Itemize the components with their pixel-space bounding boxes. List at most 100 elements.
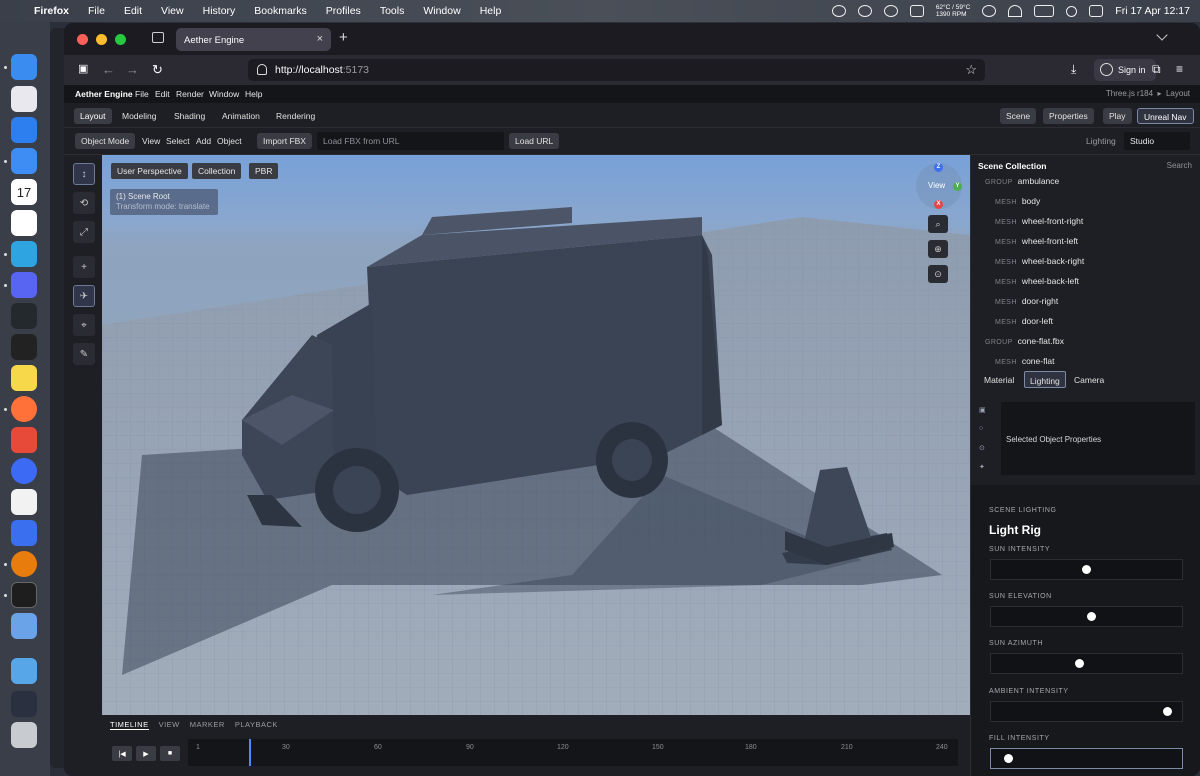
properties-button[interactable]: Properties — [1043, 108, 1094, 124]
status-icon-2[interactable] — [857, 5, 872, 17]
git-client-icon[interactable] — [11, 427, 37, 453]
view-gizmo[interactable]: View Z Y X — [916, 163, 962, 209]
tab-material[interactable]: Material — [979, 371, 1019, 388]
tab-modeling[interactable]: Modeling — [116, 108, 163, 124]
menu-tools[interactable]: Tools — [380, 5, 405, 17]
sign-in-button[interactable]: Sign in — [1094, 59, 1156, 81]
pbr-button[interactable]: PBR — [249, 163, 279, 179]
fly-tool-icon[interactable]: ✈ — [73, 285, 95, 307]
extensions-icon[interactable]: ⧉ — [1152, 62, 1161, 77]
outliner-search[interactable]: Search — [1167, 161, 1192, 170]
play-icon[interactable]: ▶ — [136, 746, 156, 761]
menu-edit[interactable]: Edit — [124, 5, 142, 17]
axis-x-icon[interactable]: X — [934, 200, 943, 209]
tab-rendering[interactable]: Rendering — [270, 108, 321, 124]
safari-icon[interactable] — [11, 117, 37, 143]
app-menu-firefox[interactable]: Firefox — [34, 5, 69, 17]
blender-icon[interactable] — [11, 551, 37, 577]
mail-icon[interactable] — [11, 148, 37, 174]
outliner-item-wheel-front-left[interactable]: MESH wheel-front-left — [995, 236, 1078, 250]
close-window-button[interactable] — [77, 34, 88, 45]
menu-history[interactable]: History — [203, 5, 236, 17]
app-menu-render[interactable]: Render — [176, 89, 204, 99]
messenger-icon[interactable] — [11, 458, 37, 484]
control-center-icon[interactable] — [1089, 5, 1104, 17]
slider-knob[interactable] — [1004, 754, 1014, 763]
menu-profiles[interactable]: Profiles — [326, 5, 361, 17]
screenshot-thumbnail-icon[interactable] — [11, 691, 37, 717]
status-icon-4[interactable] — [909, 5, 924, 17]
discord-icon[interactable] — [11, 272, 37, 298]
annotate-tool-icon[interactable]: ✎ — [73, 343, 95, 365]
menu-view[interactable]: View — [161, 5, 184, 17]
spotlight-search-icon[interactable] — [1066, 5, 1078, 17]
viewport-3d[interactable]: User Perspective Collection PBR (1) Scen… — [102, 155, 970, 715]
slider-knob[interactable] — [1081, 565, 1091, 574]
add-tool-icon[interactable]: + — [73, 256, 95, 278]
github-icon[interactable] — [11, 303, 37, 329]
collection-button[interactable]: Collection — [192, 163, 242, 179]
terminal-icon[interactable] — [11, 582, 37, 608]
app-menu-help[interactable]: Help — [245, 89, 262, 99]
epic-games-icon[interactable] — [11, 334, 37, 360]
notes-icon[interactable] — [11, 365, 37, 391]
url-text[interactable]: http://localhost:5173 — [275, 64, 369, 76]
folder-icon[interactable] — [11, 658, 37, 684]
firefox-icon[interactable] — [11, 396, 37, 422]
constraint-props-icon[interactable]: ✦ — [979, 463, 985, 471]
menu-file[interactable]: File — [88, 5, 105, 17]
clock[interactable]: Fri 17 Apr 12:17 — [1115, 5, 1190, 17]
slider-knob[interactable] — [1087, 612, 1097, 621]
record-icon[interactable] — [982, 5, 997, 17]
menu-icon[interactable]: ≡ — [1176, 62, 1183, 76]
unreal-nav-button[interactable]: Unreal Nav — [1137, 108, 1194, 124]
back-icon[interactable]: ← — [102, 62, 115, 77]
battery-icon[interactable] — [1034, 5, 1055, 17]
outliner-item-door-right[interactable]: MESH door-right — [995, 296, 1058, 310]
menu-help[interactable]: Help — [480, 5, 502, 17]
cursor-tool-icon[interactable]: ⌖ — [73, 314, 95, 336]
disk-utility-icon[interactable] — [11, 613, 37, 639]
close-tab-icon[interactable]: × — [317, 33, 323, 45]
orbit-icon[interactable]: ⊕ — [928, 240, 948, 258]
reload-icon[interactable]: ↻ — [152, 62, 163, 78]
browser-tab-active[interactable]: Aether Engine × — [176, 28, 331, 51]
reminders-icon[interactable] — [11, 210, 37, 236]
menu-bookmarks[interactable]: Bookmarks — [254, 5, 307, 17]
new-tab-icon[interactable]: + — [339, 29, 348, 46]
arc-icon[interactable] — [11, 520, 37, 546]
tab-camera[interactable]: Camera — [1069, 371, 1109, 388]
fbx-url-input[interactable]: Load FBX from URL — [317, 132, 504, 150]
zoom-window-button[interactable] — [115, 34, 126, 45]
bookmark-star-icon[interactable]: ☆ — [965, 62, 977, 78]
object-props-icon[interactable]: ▣ — [979, 406, 986, 414]
outliner-item-door-left[interactable]: MESH door-left — [995, 316, 1053, 330]
tab-overview-icon[interactable] — [152, 32, 164, 43]
outliner-item-cone-flat[interactable]: MESH cone-flat — [995, 356, 1054, 365]
outliner-item-wheel-front-right[interactable]: MESH wheel-front-right — [995, 216, 1083, 230]
slider-knob[interactable] — [1163, 707, 1173, 716]
marker-tab[interactable]: MARKER — [190, 720, 225, 730]
finder-icon[interactable] — [11, 54, 37, 80]
tab-animation[interactable]: Animation — [216, 108, 266, 124]
menu-window[interactable]: Window — [423, 5, 460, 17]
object-mode-select[interactable]: Object Mode — [75, 133, 136, 149]
zoom-icon[interactable]: ⌕ — [928, 215, 948, 233]
timeline-track[interactable]: 1 30 60 90 120 150 180 210 240 — [188, 739, 958, 766]
perspective-button[interactable]: User Perspective — [111, 163, 188, 179]
camera-icon[interactable]: ⊙ — [928, 265, 948, 283]
url-bar[interactable]: http://localhost:5173 ☆ — [248, 59, 985, 81]
forward-icon[interactable]: → — [126, 62, 139, 77]
scene-button[interactable]: Scene — [1000, 108, 1037, 124]
launchpad-icon[interactable] — [11, 86, 37, 112]
view-tab[interactable]: VIEW — [159, 720, 180, 730]
calendar-icon[interactable]: 17 — [11, 179, 37, 205]
ambient-intensity-slider[interactable] — [990, 701, 1183, 722]
app-menu-window[interactable]: Window — [209, 89, 239, 99]
outliner-item-body[interactable]: MESH body — [995, 196, 1040, 210]
telegram-icon[interactable] — [11, 241, 37, 267]
sun-intensity-slider[interactable] — [990, 559, 1183, 580]
sidebar-icon[interactable]: ▣ — [78, 62, 88, 75]
sun-azimuth-slider[interactable] — [990, 653, 1183, 674]
stop-icon[interactable]: ■ — [160, 746, 180, 761]
